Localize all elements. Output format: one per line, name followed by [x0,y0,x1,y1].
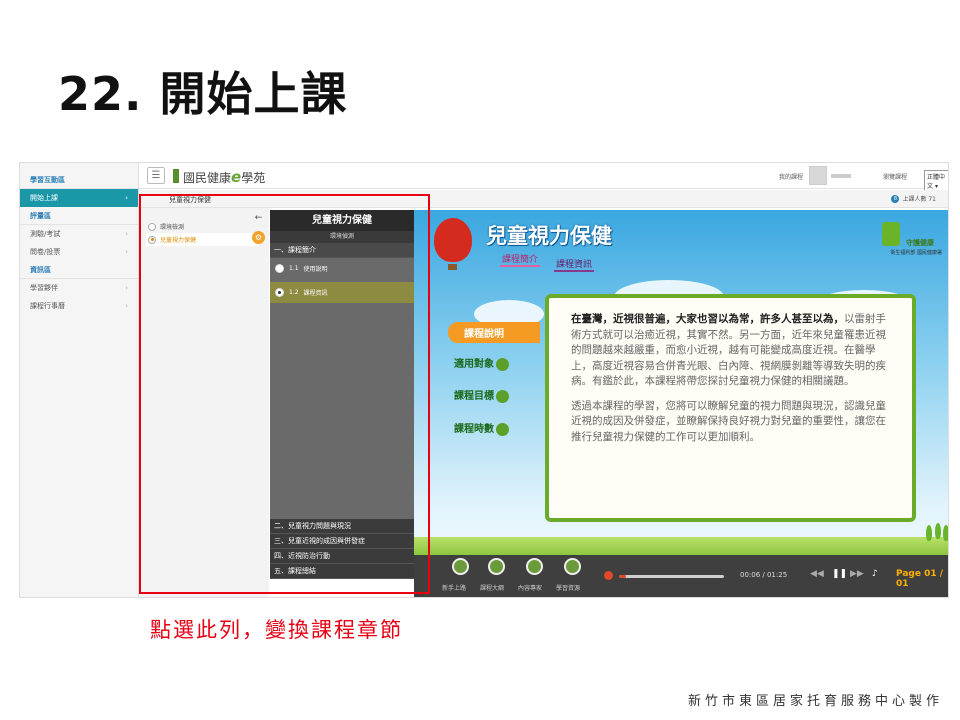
health-logo-icon [882,222,900,246]
balloon-icon [434,218,472,262]
language-select[interactable]: 正體中文 ▾ [924,170,948,192]
grass-decoration [414,537,948,555]
forward-icon[interactable]: ▶▶ [850,569,864,579]
page-indicator: Page 01 / 01 [896,569,944,589]
site-logo[interactable]: 國民健康e學苑 [183,168,265,186]
progress-fill [619,575,627,578]
tab-course-info[interactable]: 課程資訊 [554,257,595,272]
chevron-right-icon: › [125,248,128,256]
description-paragraph: 透過本課程的學習，您將可以瞭解兒童的視力問題與現況，認識兒童近視的成因及併發症，… [571,399,886,443]
playback-time: 00:06 / 01:25 [740,571,788,579]
online-count: 8 上課人數 71 [891,194,936,203]
pause-icon[interactable]: ❚❚ [832,569,847,579]
menu-icon[interactable]: ☰ [147,167,165,184]
tab-course-intro[interactable]: 課程簡介 [500,252,541,267]
player-button-label[interactable]: 學習資源 [556,583,580,592]
logo-mark [173,169,179,183]
guide-button-icon[interactable] [452,558,469,575]
sidebar-group-title: 資訊區 [20,261,138,279]
top-bar: ☰ 國民健康e學苑 我的課程 瀏覽課程 正體中文 ▾ [139,163,948,192]
chevron-right-icon: › [125,302,128,310]
sidebar-group-title: 學習互動區 [20,171,138,189]
player-button-label[interactable]: 課程大綱 [480,583,504,592]
user-name-placeholder [831,174,851,178]
sidebar-group-title: 評量區 [20,207,138,225]
progress-start-icon [604,571,613,580]
brand-org: 衛生福利部 國民健康署 [890,250,942,256]
slide-footer: 新竹市東區居家托育服務中心製作 [688,694,944,709]
player-button-label[interactable]: 內容專家 [518,583,542,592]
left-sidebar: 學習互動區 開始上課 › 評量區 測驗/考試 › 問卷/投票 › 資訊區 學習夥伴 › … [20,163,139,597]
tree-decoration [935,523,941,539]
green-dot-icon [496,357,509,371]
music-note-icon[interactable]: ♪ [872,569,878,579]
chevron-right-icon: › [125,284,128,292]
expert-button-icon[interactable] [526,558,543,575]
sidebar-item-survey[interactable]: 問卷/投票 › [20,243,138,261]
media-player-bar: 新手上路 課程大綱 內容專家 學習資源 00:06 / 01:25 ◀◀ ❚❚ … [414,555,948,597]
rewind-icon[interactable]: ◀◀ [810,569,824,579]
section-button-goals[interactable]: 課程目標 [454,387,509,403]
sidebar-item-exam[interactable]: 測驗/考試 › [20,225,138,243]
highlight-box [139,194,430,594]
browse-courses-link[interactable]: 瀏覽課程 [883,172,907,181]
balloon-basket-icon [448,264,457,270]
outline-button-icon[interactable] [488,558,505,575]
course-content: 兒童視力保健 課程簡介 課程資訊 守護健康 衛生福利部 國民健康署 課程說明 適… [414,210,948,597]
section-button-description[interactable]: 課程說明 [448,322,540,343]
player-button-label[interactable]: 新手上路 [442,583,466,592]
chevron-right-icon: › [125,230,128,238]
tree-decoration [943,525,948,541]
tree-decoration [926,525,932,541]
resources-button-icon[interactable] [564,558,581,575]
section-button-hours[interactable]: 課程時數 [454,420,509,436]
chevron-right-icon: › [125,194,128,202]
sidebar-item-start-class[interactable]: 開始上課 › [20,189,138,207]
green-dot-icon [496,422,509,436]
progress-bar[interactable] [619,575,724,578]
section-button-audience[interactable]: 適用對象 [454,355,509,371]
sidebar-item-calendar[interactable]: 課程行事曆 › [20,297,138,315]
slide-caption: 點選此列，變換課程章節 [150,618,403,642]
brand-name: 守護健康 [906,239,934,247]
chevron-down-icon: ▾ [934,183,938,190]
avatar[interactable] [809,166,827,185]
sidebar-item-partners[interactable]: 學習夥伴 › [20,279,138,297]
course-title: 兒童視力保健 [486,224,612,248]
my-courses-link[interactable]: 我的課程 [779,172,803,181]
slide-title: 22. 開始上課 [58,67,348,121]
green-dot-icon [496,389,509,403]
description-paragraph: 在臺灣，近視很普遍，大家也習以為常，許多人甚至以為，以雷射手術方式就可以治癒近視… [571,313,886,387]
user-count-icon: 8 [891,194,900,203]
course-description-box: 在臺灣，近視很普遍，大家也習以為常，許多人甚至以為，以雷射手術方式就可以治癒近視… [545,294,916,522]
